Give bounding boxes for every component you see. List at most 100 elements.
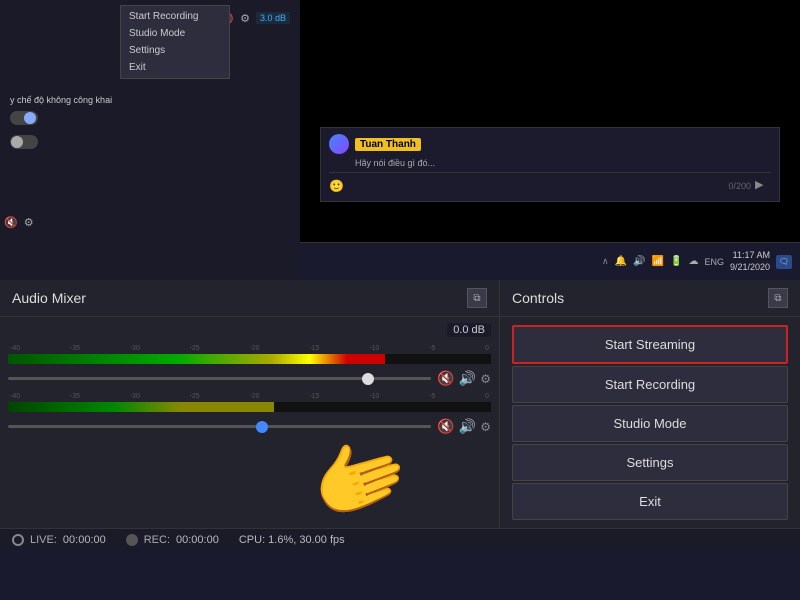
chat-input-placeholder[interactable] <box>348 177 725 195</box>
start-recording-button[interactable]: Start Recording <box>512 366 788 403</box>
exit-button[interactable]: Exit <box>512 483 788 520</box>
rec-label: REC: <box>144 534 170 546</box>
scale-25: -25 <box>190 345 200 352</box>
rec-time: 00:00:00 <box>176 534 219 546</box>
settings-icon-left[interactable]: ⚙ <box>24 216 34 229</box>
volume-slider-2[interactable] <box>8 425 431 428</box>
audio-mixer-settings-btn[interactable]: ⧉ <box>467 288 487 308</box>
tray-icon-1: 🔔 <box>615 256 627 267</box>
tray-icon-3: 📶 <box>652 256 664 267</box>
slider-row-2: 🔇 🔊 ⚙ <box>8 418 491 435</box>
audio-mixer-title: Audio Mixer <box>12 290 86 306</box>
scale-20: -20 <box>249 345 259 352</box>
meter-track-2 <box>8 402 491 412</box>
scale-20-2: -20 <box>249 393 259 400</box>
toggle-row-1 <box>10 111 290 125</box>
scale-row-2: -40 -35 -30 -25 -20 -15 -10 -5 0 <box>8 393 491 400</box>
status-bar: LIVE: 00:00:00 REC: 00:00:00 CPU: 1.6%, … <box>0 528 800 550</box>
toggle-row-2 <box>10 135 290 149</box>
settings-icon-top[interactable]: ⚙ <box>240 12 250 25</box>
controls-buttons: Start Streaming Start Recording Studio M… <box>500 317 800 528</box>
scale-35-2: -35 <box>70 393 80 400</box>
slider-thumb-1 <box>362 373 374 385</box>
chat-message: Hãy nói điều gì đó... <box>355 158 771 168</box>
scale-0: 0 <box>485 345 489 352</box>
scale-30-2: -30 <box>130 393 140 400</box>
studio-mode-button[interactable]: Studio Mode <box>512 405 788 442</box>
live-time: 00:00:00 <box>63 534 106 546</box>
start-streaming-button[interactable]: Start Streaming <box>512 325 788 364</box>
system-tray: ∧ 🔔 🔊 📶 🔋 ☁ ENG 11:17 AM 9/21/2020 🗨 <box>300 242 800 280</box>
panels-row: Audio Mixer ⧉ 0.0 dB -40 -35 -30 <box>0 280 800 528</box>
gear-icon-1[interactable]: ⚙ <box>480 372 491 386</box>
live-indicator <box>12 534 24 546</box>
scale-5-2: -5 <box>429 393 435 400</box>
scale-15: -15 <box>309 345 319 352</box>
tray-icon-2: 🔊 <box>633 256 645 267</box>
scale-40-2: -40 <box>10 393 20 400</box>
toggle-1[interactable] <box>10 111 38 125</box>
right-panel: Tuan Thanh Hãy nói điều gì đó... 🙂 0/200… <box>300 0 800 280</box>
bottom-section: Audio Mixer ⧉ 0.0 dB -40 -35 -30 <box>0 280 800 550</box>
speaker-icon-1[interactable]: 🔊 <box>459 370 476 387</box>
toggle-2[interactable] <box>10 135 38 149</box>
volume-slider-1[interactable] <box>8 377 431 380</box>
scale-10: -10 <box>369 345 379 352</box>
scale-15-2: -15 <box>309 393 319 400</box>
slider-thumb-2 <box>256 421 268 433</box>
mini-drop-exit[interactable]: Exit <box>121 59 229 76</box>
channel-1-controls: 🔇 🔊 ⚙ <box>437 370 491 387</box>
cpu-status: CPU: 1.6%, 30.00 fps <box>239 534 345 546</box>
channel-1-meter: -40 -35 -30 -25 -20 -15 -10 -5 0 <box>8 345 491 387</box>
chat-username: Tuan Thanh <box>355 138 421 151</box>
mini-drop-start-recording[interactable]: Start Recording <box>121 8 229 25</box>
live-label: LIVE: <box>30 534 57 546</box>
meter-fill-2 <box>8 402 274 412</box>
cpu-label: CPU: 1.6%, 30.00 fps <box>239 534 345 546</box>
chat-overlay: Tuan Thanh Hãy nói điều gì đó... 🙂 0/200… <box>320 127 780 202</box>
scale-25-2: -25 <box>190 393 200 400</box>
chat-avatar <box>329 134 349 154</box>
mini-drop-settings[interactable]: Settings <box>121 42 229 59</box>
db-display: 3.0 dB <box>256 12 290 24</box>
live-status: LIVE: 00:00:00 <box>12 534 106 546</box>
toggle-section: y chế độ không công khai <box>10 95 290 149</box>
left-text: y chế độ không công khai <box>10 95 290 105</box>
speaker-icon-2[interactable]: 🔊 <box>459 418 476 435</box>
vu-meters: 0.0 dB -40 -35 -30 -25 -20 -15 -10 -5 <box>0 317 499 528</box>
tray-datetime: 11:17 AM 9/21/2020 <box>730 250 770 273</box>
emoji-button[interactable]: 🙂 <box>329 179 344 193</box>
vol-row-1: 🔇 ⚙ <box>4 216 296 229</box>
slider-row-1: 🔇 🔊 ⚙ <box>8 370 491 387</box>
db-value-display: 0.0 dB <box>447 323 491 337</box>
rec-status: REC: 00:00:00 <box>126 534 219 546</box>
obs-window: 🔇 ⚙ 3.0 dB Start Recording Studio Mode S… <box>0 0 800 600</box>
mini-drop-studio-mode[interactable]: Studio Mode <box>121 25 229 42</box>
settings-button[interactable]: Settings <box>512 444 788 481</box>
chat-header: Tuan Thanh <box>329 134 771 154</box>
send-button[interactable]: ▶ <box>755 178 771 194</box>
chat-char-count: 0/200 <box>728 181 751 191</box>
channel-2-meter: -40 -35 -30 -25 -20 -15 -10 -5 0 <box>8 393 491 435</box>
mute-icon-2[interactable]: 🔇 <box>437 418 454 435</box>
meter-fill-1 <box>8 354 385 364</box>
mute-icon-1[interactable]: 🔇 <box>437 370 454 387</box>
scale-30: -30 <box>130 345 140 352</box>
tray-time-display: 11:17 AM <box>730 250 770 262</box>
tray-icon-5: ☁ <box>688 256 698 267</box>
scale-0-2: 0 <box>485 393 489 400</box>
top-section: 🔇 ⚙ 3.0 dB Start Recording Studio Mode S… <box>0 0 800 280</box>
audio-mixer-header: Audio Mixer ⧉ <box>0 280 499 317</box>
left-panel: 🔇 ⚙ 3.0 dB Start Recording Studio Mode S… <box>0 0 300 280</box>
tray-icon-4: 🔋 <box>670 256 682 267</box>
tray-notification-icon[interactable]: 🗨 <box>776 255 792 269</box>
controls-title: Controls <box>512 290 564 306</box>
mini-dropdown: Start Recording Studio Mode Settings Exi… <box>120 5 230 79</box>
gear-icon-2[interactable]: ⚙ <box>480 420 491 434</box>
db-value-row: 0.0 dB <box>8 323 491 337</box>
controls-settings-btn[interactable]: ⧉ <box>768 288 788 308</box>
scale-35: -35 <box>70 345 80 352</box>
bottom-vol-area: 🔇 ⚙ <box>4 216 296 235</box>
speaker-icon-left: 🔇 <box>4 216 18 229</box>
tray-date-display: 9/21/2020 <box>730 262 770 274</box>
